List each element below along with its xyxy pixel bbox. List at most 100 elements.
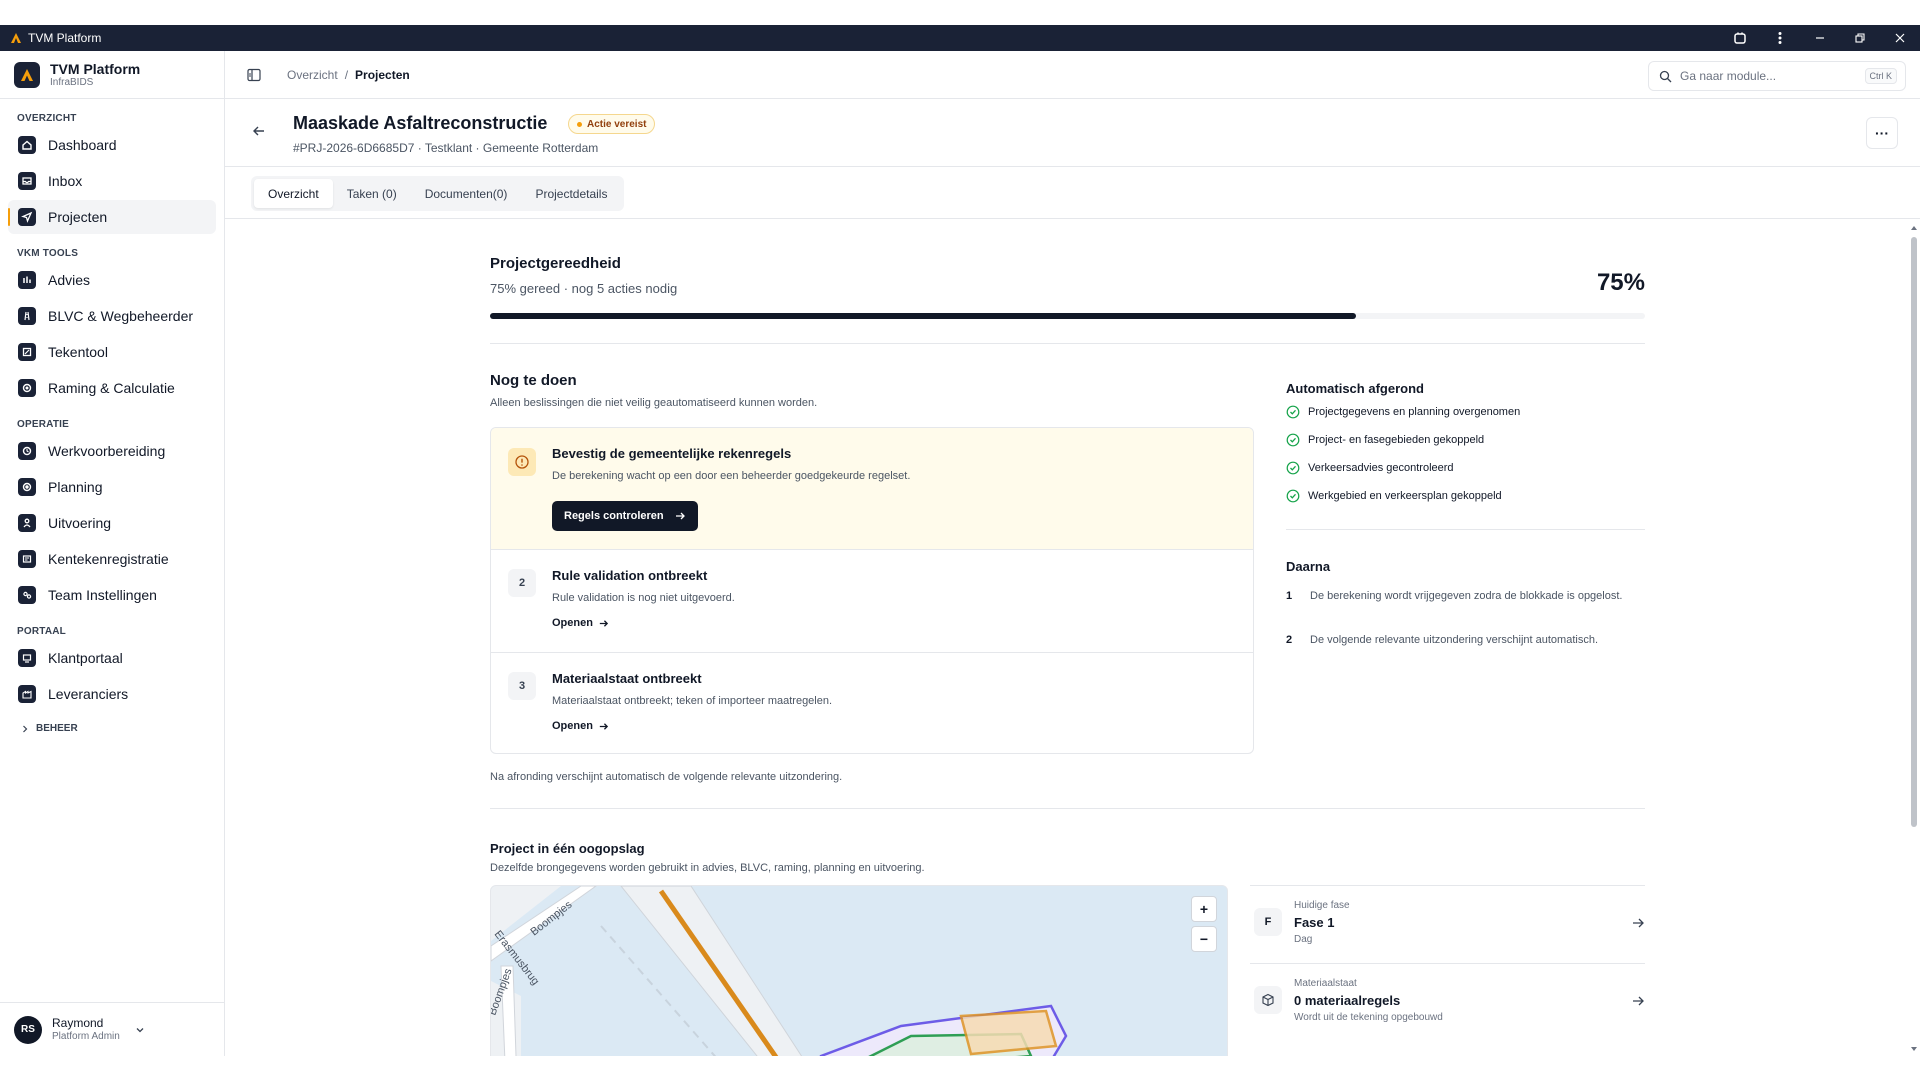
sidebar-item-leveranciers[interactable]: Leveranciers bbox=[8, 677, 216, 711]
sidebar-item-label: Advies bbox=[48, 272, 91, 288]
worker-icon bbox=[18, 514, 36, 532]
todo-subtitle: Alleen beslissingen die niet veilig geau… bbox=[490, 397, 818, 409]
todo-list: Bevestig de gemeentelijke rekenregels De… bbox=[490, 427, 1254, 754]
extension-button[interactable] bbox=[1720, 25, 1760, 51]
stat-value: Fase 1 bbox=[1294, 915, 1335, 930]
search-shortcut: Ctrl K bbox=[1864, 68, 1897, 84]
warning-icon bbox=[508, 448, 536, 476]
nav-section-portaal: PORTAAL bbox=[17, 626, 66, 637]
sidebar-item-label: Werkvoorbereiding bbox=[48, 443, 166, 459]
sidebar-item-uitvoering[interactable]: Uitvoering bbox=[8, 506, 216, 540]
inbox-icon bbox=[18, 172, 36, 190]
sidebar-item-team-instellingen[interactable]: Team Instellingen bbox=[8, 578, 216, 612]
sidebar-item-werkvoorbereiding[interactable]: Werkvoorbereiding bbox=[8, 434, 216, 468]
sidebar-item-blvc[interactable]: BLVC & Wegbeheerder bbox=[8, 299, 216, 333]
tab-overzicht[interactable]: Overzicht bbox=[254, 179, 333, 208]
brand-name: TVM Platform bbox=[50, 60, 141, 77]
main-area: Overzicht / Projecten Ctrl K Maaskade As… bbox=[225, 51, 1920, 1056]
sidebar: TVM Platform InfraBIDS OVERZICHT Dashboa… bbox=[0, 51, 225, 1056]
arrow-right-icon bbox=[1633, 996, 1644, 1006]
project-map[interactable]: Boompjes Boompjes Erasmusbrug + − bbox=[490, 885, 1228, 1056]
tabs: Overzicht Taken (0) Documenten(0) Projec… bbox=[251, 176, 625, 211]
material-list-card[interactable]: Materiaalstaat 0 materiaalregels Wordt u… bbox=[1250, 963, 1645, 1041]
sidebar-item-klantportaal[interactable]: Klantportaal bbox=[8, 641, 216, 675]
scroll-down-icon[interactable] bbox=[1908, 1044, 1920, 1054]
list-item: Projectgegevens en planning overgenomen bbox=[1286, 405, 1520, 419]
puzzle-icon bbox=[1734, 32, 1746, 44]
glance-subtitle: Dezelfde brongegevens worden gebruikt in… bbox=[490, 862, 925, 874]
tab-taken[interactable]: Taken (0) bbox=[333, 179, 411, 208]
user-menu[interactable]: RS Raymond Platform Admin bbox=[0, 1002, 224, 1056]
sidebar-item-label: Tekentool bbox=[48, 344, 108, 360]
arrow-right-icon bbox=[599, 619, 609, 627]
sidebar-item-advies[interactable]: Advies bbox=[8, 263, 216, 297]
search-icon bbox=[1659, 70, 1672, 82]
car-icon bbox=[18, 550, 36, 568]
minimize-button[interactable] bbox=[1800, 25, 1840, 51]
sidebar-item-label: Leveranciers bbox=[48, 686, 129, 702]
open-link-label: Openen bbox=[552, 617, 593, 629]
content-scrollbar[interactable] bbox=[1908, 221, 1920, 1056]
auto-done-item-label: Projectgegevens en planning overgenomen bbox=[1308, 406, 1521, 418]
then-item-number: 1 bbox=[1286, 590, 1293, 602]
sidebar-item-tekentool[interactable]: Tekentool bbox=[8, 335, 216, 369]
app-shell: TVM Platform InfraBIDS OVERZICHT Dashboa… bbox=[0, 51, 1920, 1056]
arrow-right-icon bbox=[675, 512, 685, 520]
scroll-thumb[interactable] bbox=[1911, 237, 1917, 827]
then-title: Daarna bbox=[1286, 559, 1331, 574]
road-icon bbox=[18, 307, 36, 325]
module-search[interactable]: Ctrl K bbox=[1648, 61, 1906, 91]
scroll-up-icon[interactable] bbox=[1908, 223, 1920, 233]
open-rule-validation-link[interactable]: Openen bbox=[552, 617, 609, 629]
then-item-text: De berekening wordt vrijgegeven zodra de… bbox=[1310, 590, 1623, 602]
todo-item-desc: De berekening wacht op een door een behe… bbox=[552, 470, 911, 482]
stat-sub: Wordt uit de tekening opgebouwd bbox=[1294, 1012, 1443, 1023]
back-arrow-icon[interactable] bbox=[251, 123, 267, 139]
then-item-number: 2 bbox=[1286, 634, 1293, 646]
sidebar-item-planning[interactable]: Planning bbox=[8, 470, 216, 504]
divider bbox=[1286, 529, 1645, 530]
brand[interactable]: TVM Platform InfraBIDS bbox=[0, 51, 224, 99]
breadcrumb-overzicht[interactable]: Overzicht bbox=[287, 68, 338, 82]
check-rules-button[interactable]: Regels controleren bbox=[552, 501, 698, 531]
sidebar-section-beheer[interactable]: BEHEER bbox=[0, 723, 224, 734]
sidebar-item-projecten[interactable]: Projecten bbox=[8, 200, 216, 234]
content-area: Projectgereedheid 75% gereed · nog 5 act… bbox=[225, 221, 1920, 1056]
zoom-out-button[interactable]: − bbox=[1191, 926, 1217, 952]
tab-projectdetails[interactable]: Projectdetails bbox=[521, 179, 621, 208]
readiness-title: Projectgereedheid bbox=[490, 255, 621, 272]
user-name: Raymond bbox=[52, 1016, 104, 1030]
list-item: 1 De berekening wordt vrijgegeven zodra … bbox=[1286, 589, 1645, 604]
pencil-icon bbox=[18, 343, 36, 361]
open-materiaalstaat-link[interactable]: Openen bbox=[552, 720, 609, 732]
divider bbox=[490, 808, 1645, 809]
nav-section-overzicht: OVERZICHT bbox=[17, 113, 77, 124]
list-item: Project- en fasegebieden gekoppeld bbox=[1286, 433, 1484, 447]
menu-button[interactable] bbox=[1760, 25, 1800, 51]
tab-documenten[interactable]: Documenten(0) bbox=[411, 179, 522, 208]
sidebar-section-beheer-label: BEHEER bbox=[36, 723, 78, 734]
todo-item-title: Bevestig de gemeentelijke rekenregels bbox=[552, 446, 792, 461]
restore-button[interactable] bbox=[1840, 25, 1880, 51]
sidebar-item-label: Inbox bbox=[48, 173, 83, 189]
close-button[interactable] bbox=[1880, 25, 1920, 51]
window-controls bbox=[1720, 25, 1920, 51]
check-circle-icon bbox=[1286, 461, 1300, 475]
list-item: 2 Rule validation ontbreekt Rule validat… bbox=[491, 550, 1253, 653]
readiness-progress-bar bbox=[490, 313, 1645, 319]
sidebar-toggle-icon[interactable] bbox=[247, 68, 261, 82]
phase-letter-icon: F bbox=[1254, 908, 1282, 936]
breadcrumb-separator: / bbox=[344, 67, 349, 82]
minimize-icon bbox=[1816, 37, 1824, 39]
send-icon bbox=[18, 208, 36, 226]
current-phase-card[interactable]: F Huidige fase Fase 1 Dag bbox=[1250, 885, 1645, 963]
search-input[interactable] bbox=[1680, 69, 1840, 83]
box-icon bbox=[1254, 986, 1282, 1014]
sidebar-item-kentekenregistratie[interactable]: Kentekenregistratie bbox=[8, 542, 216, 576]
zoom-in-button[interactable]: + bbox=[1191, 896, 1217, 922]
sidebar-item-label: Team Instellingen bbox=[48, 587, 157, 603]
sidebar-item-dashboard[interactable]: Dashboard bbox=[8, 128, 216, 162]
more-actions-button[interactable]: ··· bbox=[1866, 117, 1898, 149]
sidebar-item-inbox[interactable]: Inbox bbox=[8, 164, 216, 198]
sidebar-item-raming[interactable]: Raming & Calculatie bbox=[8, 371, 216, 405]
